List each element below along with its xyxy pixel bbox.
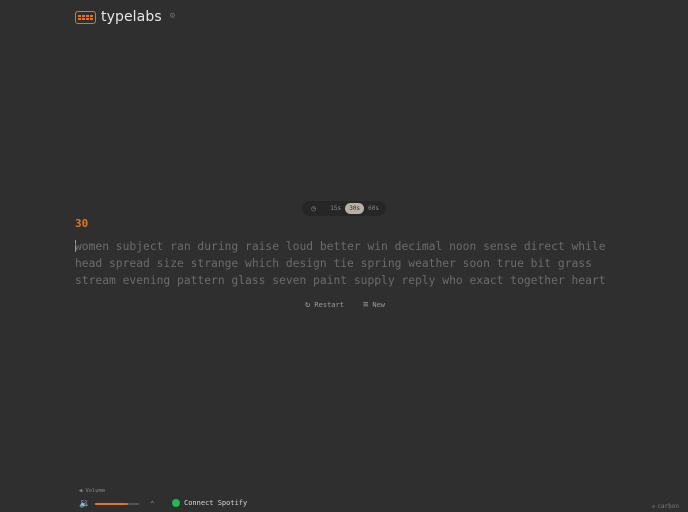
keyboard-logo-icon[interactable] — [75, 10, 96, 24]
new-icon: ≡ — [362, 300, 369, 310]
time-remaining: 30 — [75, 217, 89, 230]
duration-15s[interactable]: 15s — [326, 203, 345, 214]
connect-spotify-button[interactable]: Connect Spotify — [172, 499, 247, 507]
header: typelabs ⚙ — [75, 9, 175, 25]
word-line: head spread size strange which design ti… — [75, 257, 592, 270]
palette-icon: ◇ — [651, 503, 656, 510]
new-button[interactable]: ≡ New — [363, 300, 385, 310]
restart-button[interactable]: ↻ Restart — [305, 300, 344, 310]
typing-area[interactable]: women subject ran during raise loud bett… — [75, 238, 606, 289]
spotify-icon — [172, 499, 180, 507]
restart-icon: ↻ — [305, 300, 311, 310]
chevron-up-icon[interactable]: ⌃ — [150, 500, 154, 508]
volume-icon: ◀ — [79, 488, 83, 494]
volume-label: ◀ Volume — [79, 488, 106, 494]
word-line: stream evening pattern glass seven paint… — [75, 274, 606, 287]
duration-60s[interactable]: 60s — [364, 203, 383, 214]
timer-icon[interactable]: ◷ — [307, 204, 320, 213]
duration-30s[interactable]: 30s — [345, 203, 365, 214]
brand-title[interactable]: typelabs — [101, 9, 162, 25]
volume-control: 🔉 ⌃ — [79, 499, 154, 509]
volume-slider[interactable] — [95, 503, 140, 505]
speaker-icon[interactable]: 🔉 — [79, 499, 90, 509]
test-actions: ↻ Restart ≡ New — [305, 300, 385, 310]
theme-button[interactable]: ◇ carbon — [652, 503, 679, 510]
settings-icon[interactable]: ⚙ — [170, 11, 175, 21]
duration-selector: ◷ 15s 30s 60s — [302, 201, 386, 216]
word-line: women subject ran during raise loud bett… — [75, 240, 606, 253]
